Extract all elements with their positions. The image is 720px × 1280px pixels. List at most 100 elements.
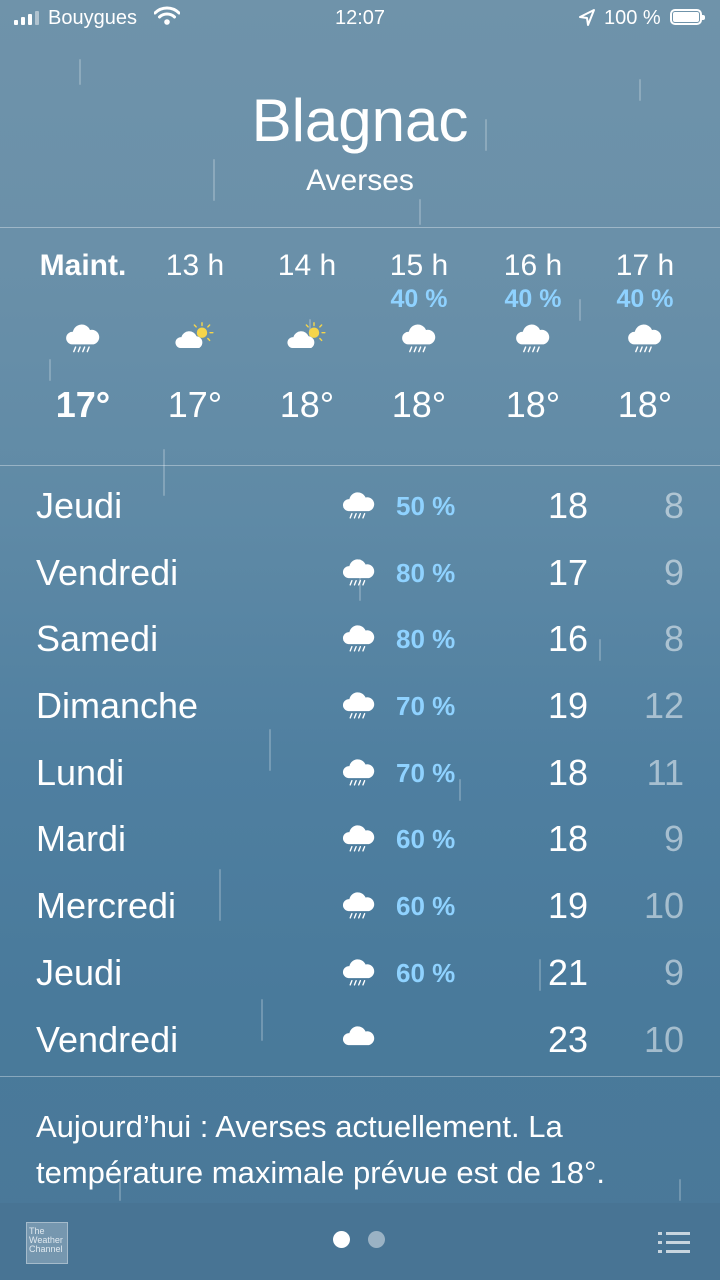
status-bar: Bouygues 12:07 100 %	[0, 0, 720, 40]
hour-label: 17 h	[615, 249, 675, 282]
day-icon	[340, 689, 377, 728]
hour-temp: 18°	[505, 384, 561, 425]
day-name: Vendredi	[36, 1018, 179, 1060]
hour-precip-chance	[140, 284, 250, 314]
day-low-temp: 12	[643, 685, 684, 727]
day-name: Samedi	[36, 618, 159, 660]
day-high-temp: 18	[547, 485, 588, 526]
page-dot-current[interactable]	[333, 1231, 350, 1248]
divider	[0, 1076, 720, 1077]
hour-precip-chance: 40 %	[616, 285, 674, 313]
day-low-temp: 10	[643, 885, 684, 927]
rain-cloud-icon	[342, 625, 375, 652]
hour-column: 15 h 40 % 18°	[364, 248, 474, 426]
page-indicator[interactable]	[333, 1231, 385, 1248]
day-low-temp: 10	[643, 1018, 684, 1060]
day-row: Mardi 60 % 18 9	[0, 808, 720, 875]
day-precip-chance: 60 %	[396, 891, 456, 922]
hour-icon	[590, 314, 700, 364]
cloud-icon	[342, 1025, 375, 1045]
day-icon	[340, 622, 377, 661]
day-icon	[340, 822, 377, 861]
day-precip-chance: 60 %	[396, 824, 456, 855]
battery-icon	[670, 9, 705, 25]
day-name: Mardi	[36, 818, 127, 860]
day-high-temp: 21	[547, 951, 588, 993]
day-row: Samedi 80 % 16 8	[0, 608, 720, 675]
day-precip-chance: 70 %	[396, 691, 456, 722]
weather-channel-logo[interactable]: The Weather Channel	[26, 1222, 68, 1264]
hour-icon	[252, 314, 362, 364]
day-row: Jeudi 50 % 18 8	[0, 475, 720, 542]
day-precip-chance: 80 %	[396, 624, 456, 655]
day-name: Mercredi	[36, 885, 177, 927]
day-icon	[340, 489, 377, 528]
rain-cloud-icon	[402, 324, 436, 353]
hour-precip-chance	[252, 284, 362, 314]
hour-label: 14 h	[277, 249, 337, 282]
day-low-temp: 11	[646, 751, 684, 793]
day-name: Lundi	[36, 751, 125, 793]
rain-cloud-icon	[516, 324, 550, 353]
hour-label: Maint.	[39, 249, 127, 282]
day-high-temp: 19	[547, 885, 588, 927]
page-dot[interactable]	[368, 1231, 385, 1248]
hour-temp: 17°	[167, 384, 223, 425]
day-name: Dimanche	[36, 685, 199, 727]
city-list-icon[interactable]	[658, 1230, 690, 1256]
hour-column: Maint. 17°	[28, 248, 138, 426]
day-icon	[340, 756, 377, 795]
hour-icon	[364, 314, 474, 364]
rain-cloud-icon	[342, 559, 375, 586]
day-low-temp: 9	[663, 951, 684, 993]
hour-label: 13 h	[165, 249, 225, 282]
hour-icon	[478, 314, 588, 364]
day-precip-chance: 70 %	[396, 757, 456, 788]
rain-cloud-icon	[342, 892, 375, 919]
hourly-forecast[interactable]: Maint. 17° 13 h 17° 14 h 18° 15 h 40 % 18° 16 h 40…	[30, 248, 710, 438]
day-high-temp: 16	[547, 618, 588, 660]
hour-icon	[28, 314, 138, 364]
day-high-temp: 19	[547, 685, 588, 727]
day-precip-chance: 60 %	[396, 957, 456, 988]
hour-temp: 18°	[391, 384, 447, 425]
battery-percent: 100 %	[604, 7, 661, 29]
day-low-temp: 9	[663, 818, 684, 860]
day-high-temp: 17	[547, 551, 588, 593]
day-name: Jeudi	[36, 951, 123, 993]
hour-column: 13 h 17°	[140, 248, 250, 426]
daily-forecast: Jeudi 50 % 18 8 Vendredi 80 % 17 9 Samedi 80 % 16 8…	[0, 475, 720, 1075]
day-icon	[340, 889, 377, 928]
day-high-temp: 18	[547, 751, 588, 793]
sun-cloud-icon	[287, 322, 326, 348]
day-low-temp: 9	[663, 551, 684, 593]
bottom-bar: The Weather Channel	[0, 1203, 720, 1280]
day-icon	[340, 556, 377, 595]
day-row: Vendredi 23 10	[0, 1009, 720, 1076]
rain-cloud-icon	[628, 324, 662, 353]
day-name: Vendredi	[36, 551, 179, 593]
day-row: Vendredi 80 % 17 9	[0, 542, 720, 609]
hour-precip-chance	[28, 284, 138, 314]
rain-cloud-icon	[342, 959, 375, 986]
day-precip-chance: 50 %	[396, 491, 456, 521]
day-row: Jeudi 60 % 21 9	[0, 942, 720, 1009]
divider	[0, 465, 720, 466]
rain-cloud-icon	[342, 759, 375, 786]
rain-cloud-icon	[342, 825, 375, 853]
city-name: Blagnac	[251, 87, 469, 154]
day-icon	[340, 1023, 377, 1062]
hour-temp: 18°	[279, 384, 335, 425]
day-icon	[340, 956, 377, 995]
hour-icon	[140, 314, 250, 364]
day-row: Mercredi 60 % 19 10	[0, 875, 720, 942]
hour-precip-chance: 40 %	[504, 285, 562, 313]
day-row: Lundi 70 % 18 11	[0, 742, 720, 809]
location-arrow-icon	[579, 9, 595, 26]
day-precip-chance: 80 %	[396, 557, 456, 588]
day-high-temp: 23	[547, 1018, 588, 1060]
hour-label: 15 h	[389, 249, 449, 282]
rain-cloud-icon	[342, 492, 375, 519]
day-name: Jeudi	[36, 485, 123, 526]
hour-column: 17 h 40 % 18°	[590, 248, 700, 426]
